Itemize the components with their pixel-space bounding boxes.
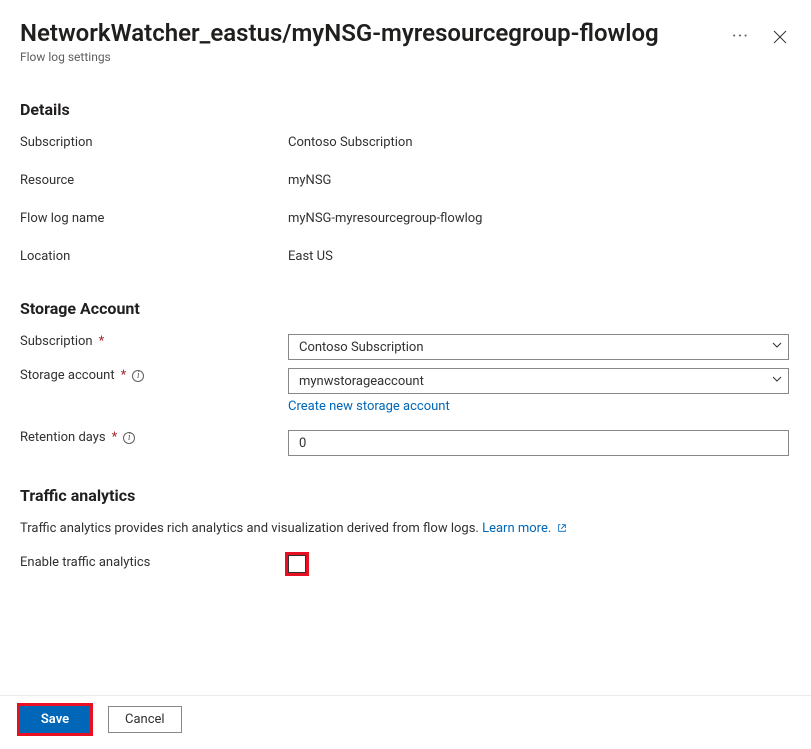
header-actions: ··· — [732, 28, 787, 46]
blade-content: Details Subscription Contoso Subscriptio… — [0, 70, 811, 699]
storage-subscription-input[interactable] — [288, 334, 789, 360]
details-location-row: Location East US — [20, 249, 789, 269]
details-resource-value: myNSG — [288, 173, 789, 188]
info-icon[interactable]: i — [132, 370, 144, 382]
traffic-description: Traffic analytics provides rich analytic… — [20, 521, 789, 537]
details-flowlog-value: myNSG-myresourcegroup-flowlog — [288, 211, 789, 226]
enable-traffic-checkbox[interactable] — [288, 555, 306, 573]
traffic-description-text: Traffic analytics provides rich analytic… — [20, 521, 479, 536]
storage-subscription-label-text: Subscription — [20, 334, 93, 349]
details-location-label: Location — [20, 249, 288, 264]
page-subtitle: Flow log settings — [20, 50, 732, 64]
learn-more-link[interactable]: Learn more. — [482, 521, 566, 536]
storage-subscription-dropdown[interactable] — [288, 334, 789, 360]
learn-more-text: Learn more. — [482, 521, 551, 536]
details-resource-label: Resource — [20, 173, 288, 188]
details-resource-row: Resource myNSG — [20, 173, 789, 193]
traffic-section-title: Traffic analytics — [20, 486, 789, 505]
required-asterisk: * — [99, 334, 105, 349]
flow-log-settings-blade: NetworkWatcher_eastus/myNSG-myresourcegr… — [0, 0, 811, 749]
page-title: NetworkWatcher_eastus/myNSG-myresourcegr… — [20, 18, 732, 48]
retention-label-text: Retention days — [20, 430, 106, 445]
required-asterisk: * — [121, 368, 127, 383]
details-subscription-value: Contoso Subscription — [288, 135, 789, 150]
retention-label: Retention days * i — [20, 430, 288, 445]
storage-account-dropdown[interactable] — [288, 368, 789, 394]
details-subscription-label: Subscription — [20, 135, 288, 150]
external-link-icon — [557, 522, 567, 537]
cancel-button[interactable]: Cancel — [108, 706, 182, 733]
info-icon[interactable]: i — [123, 432, 135, 444]
enable-traffic-row: Enable traffic analytics — [20, 555, 789, 577]
storage-account-label-text: Storage account — [20, 368, 115, 383]
blade-footer: Save Cancel — [0, 695, 811, 749]
more-actions-icon[interactable]: ··· — [732, 28, 749, 46]
retention-days-input[interactable] — [288, 430, 789, 456]
close-icon[interactable] — [773, 30, 787, 44]
details-flowlog-label: Flow log name — [20, 211, 288, 226]
details-flowlog-row: Flow log name myNSG-myresourcegroup-flow… — [20, 211, 789, 231]
storage-subscription-label: Subscription * — [20, 334, 288, 349]
storage-account-label: Storage account * i — [20, 368, 288, 383]
details-subscription-row: Subscription Contoso Subscription — [20, 135, 789, 155]
blade-header: NetworkWatcher_eastus/myNSG-myresourcegr… — [0, 0, 811, 70]
storage-account-input[interactable] — [288, 368, 789, 394]
save-button[interactable]: Save — [20, 706, 90, 733]
details-location-value: East US — [288, 249, 789, 264]
storage-subscription-row: Subscription * — [20, 334, 789, 360]
create-storage-link[interactable]: Create new storage account — [288, 399, 450, 414]
create-storage-link-row: Create new storage account — [288, 398, 789, 414]
enable-traffic-label: Enable traffic analytics — [20, 555, 288, 570]
storage-section-title: Storage Account — [20, 299, 789, 318]
title-block: NetworkWatcher_eastus/myNSG-myresourcegr… — [20, 18, 732, 64]
required-asterisk: * — [112, 430, 118, 445]
storage-account-row: Storage account * i — [20, 368, 789, 394]
details-section-title: Details — [20, 100, 789, 119]
retention-row: Retention days * i — [20, 430, 789, 456]
